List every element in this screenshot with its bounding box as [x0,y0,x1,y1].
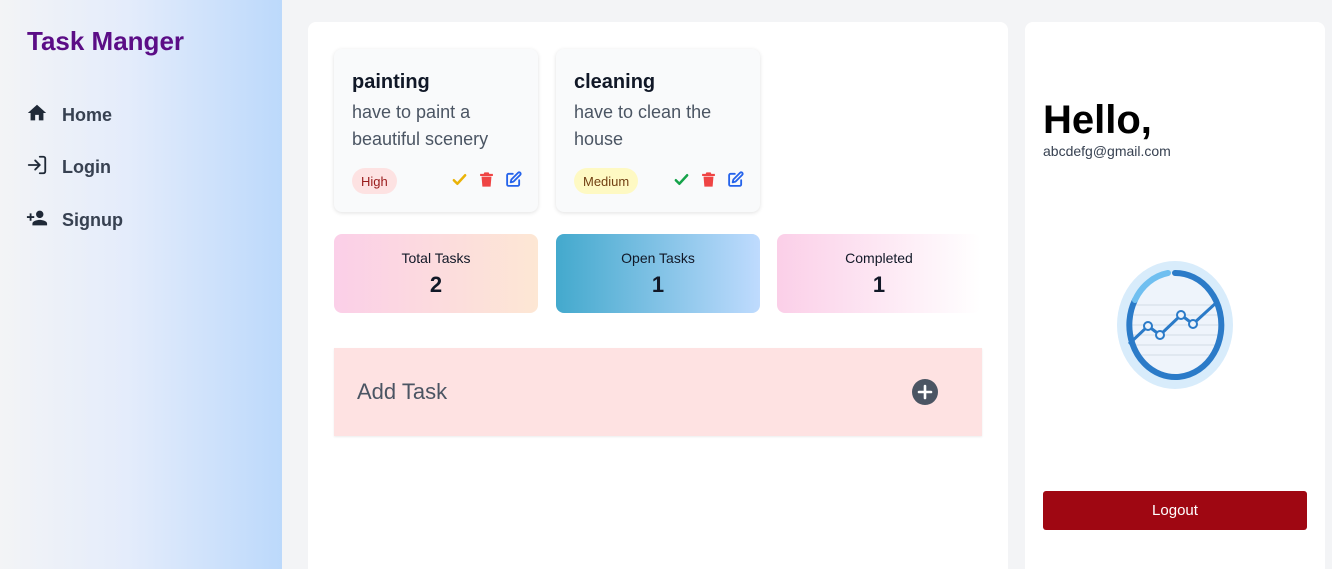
add-circle-icon[interactable] [911,378,939,406]
task-title: cleaning [574,71,656,93]
stat-value: 2 [429,272,443,297]
edit-icon[interactable] [505,171,522,188]
sidebar-item-label: Login [62,156,111,177]
stat-open-tasks: Open Tasks 1 [556,234,760,313]
sidebar-item-label: Signup [62,209,123,230]
trash-icon[interactable] [700,171,717,188]
trash-icon[interactable] [478,171,495,188]
user-email: abcdefg@gmail.com [1043,143,1171,159]
task-card: painting have to paint a beautiful scene… [334,49,538,212]
stat-label: Completed [845,250,913,266]
sidebar: Task Manger Home Login Signup [0,0,282,569]
stat-label: Total Tasks [401,250,471,266]
task-actions [673,171,744,188]
stat-value: 1 [651,272,665,297]
greeting: Hello, [1043,98,1152,142]
stat-label: Open Tasks [621,250,695,266]
add-task-bar[interactable]: Add Task [334,348,982,436]
priority-badge: Medium [574,168,639,194]
check-icon[interactable] [673,171,690,188]
stat-total-tasks: Total Tasks 2 [334,234,538,313]
profile-panel: Hello, abcdefg@gmail.com Logout [1025,22,1325,569]
login-icon [26,154,48,181]
edit-icon[interactable] [727,171,744,188]
task-title: painting [352,71,430,93]
add-task-label: Add Task [357,379,448,404]
logout-button[interactable]: Logout [1043,491,1307,530]
task-card: cleaning have to clean the house Medium [556,49,760,212]
sidebar-item-login[interactable]: Login [26,153,111,181]
task-actions [451,171,522,188]
priority-badge: High [352,168,397,194]
progress-chart-icon [1115,260,1235,390]
app-title: Task Manger [27,26,185,56]
stat-value: 1 [872,272,886,297]
task-description: have to clean the house [574,102,712,149]
sidebar-item-label: Home [62,104,113,125]
add-user-icon [26,207,48,234]
sidebar-item-signup[interactable]: Signup [26,206,123,234]
home-icon [26,102,48,129]
task-description: have to paint a beautiful scenery [352,102,489,149]
check-icon[interactable] [451,171,468,188]
main-panel: painting have to paint a beautiful scene… [308,22,1008,569]
stat-completed: Completed 1 [777,234,981,313]
sidebar-item-home[interactable]: Home [26,101,112,129]
